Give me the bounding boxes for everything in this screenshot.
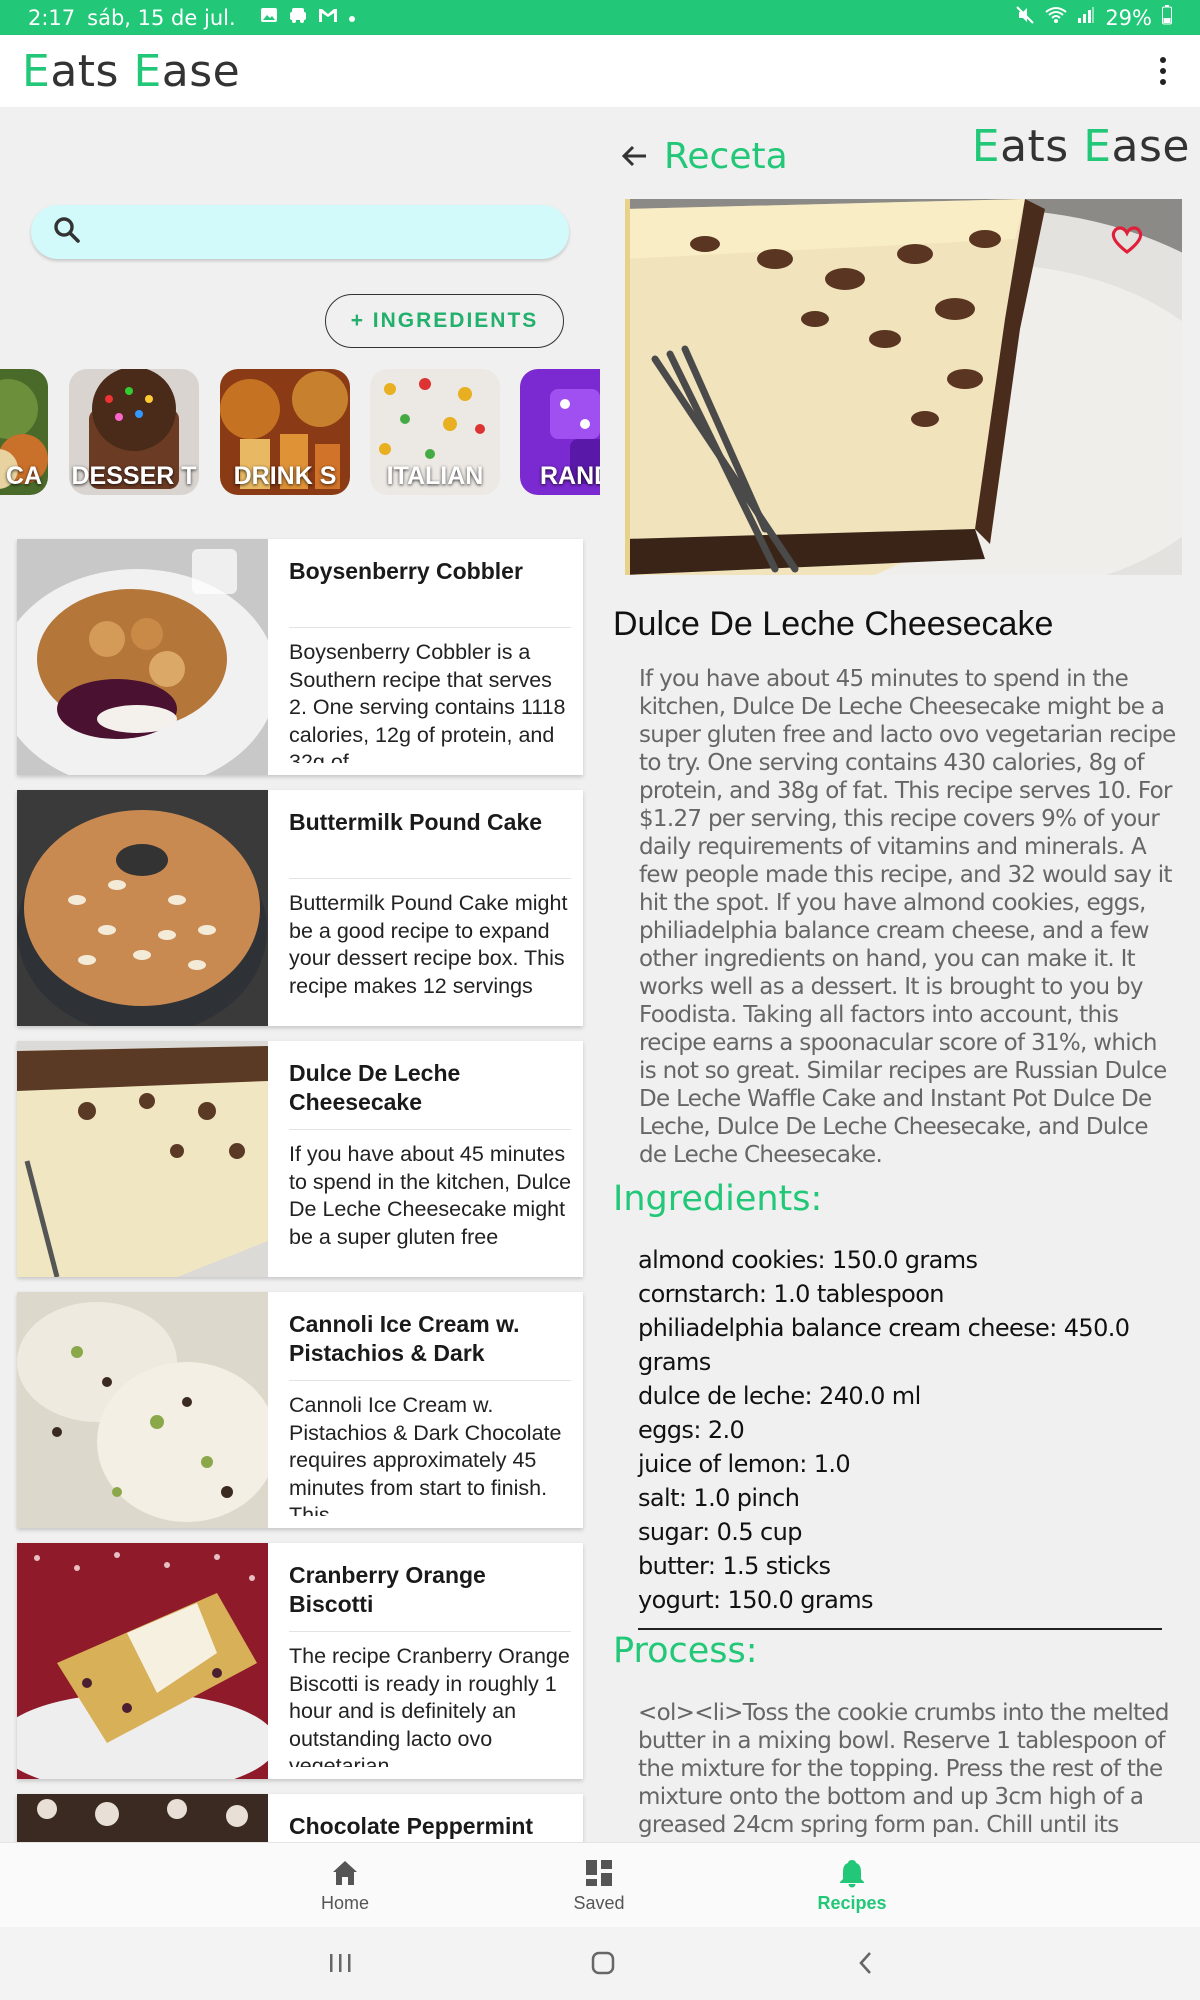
recipe-card[interactable]: Dulce De Leche Cheesecake If you have ab… — [17, 1041, 583, 1277]
recipe-image — [17, 1543, 268, 1779]
divider — [638, 1628, 1162, 1630]
nav-saved[interactable]: Saved — [519, 1843, 679, 1928]
ingredient-item: dulce de leche: 240.0 ml — [638, 1382, 921, 1410]
recipe-list-pane: + INGREDIENTS CA DESSER T DRINK S ITALIA… — [0, 107, 600, 1842]
process-heading: Process: — [613, 1631, 758, 1671]
nav-recipes[interactable]: Recipes — [772, 1843, 932, 1928]
ingredient-item: almond cookies: 150.0 grams — [638, 1246, 978, 1274]
signal-icon — [1077, 6, 1095, 29]
recipe-image — [17, 1794, 268, 1842]
search-input[interactable] — [31, 205, 569, 259]
ingredients-list: almond cookies: 150.0 grams cornstarch: … — [638, 1243, 1178, 1617]
recipe-title: Cannoli Ice Cream w. Pistachios & Dark — [289, 1311, 520, 1366]
category-label: RAND M — [540, 462, 600, 490]
recipe-card[interactable]: Cranberry Orange Biscotti The recipe Cra… — [17, 1543, 583, 1779]
recipe-summary: Boysenberry Cobbler is a Southern recipe… — [289, 640, 566, 763]
divider — [289, 1631, 571, 1632]
add-ingredients-button[interactable]: + INGREDIENTS — [325, 294, 564, 348]
wifi-icon — [1045, 6, 1067, 29]
battery-icon — [1162, 5, 1172, 30]
image-icon — [260, 6, 278, 29]
search-icon — [51, 214, 83, 251]
recipe-title: Boysenberry Cobbler — [289, 558, 523, 584]
ingredient-item: philiadelphia balance cream cheese: 450.… — [638, 1314, 1130, 1376]
system-navigation-bar — [0, 1927, 1200, 2000]
category-chip[interactable]: DRINK S — [220, 369, 350, 495]
process-text: <ol><li>Toss the cookie crumbs into the … — [638, 1700, 1169, 1842]
cheesecake-image — [625, 199, 1182, 575]
category-chip[interactable]: DESSER T — [69, 369, 199, 495]
divider — [289, 627, 571, 628]
status-bar: 2:17 sáb, 15 de jul. 29% — [0, 0, 1200, 35]
category-carousel[interactable]: CA DESSER T DRINK S ITALIAN RAND M — [0, 369, 600, 497]
ingredient-item: eggs: 2.0 — [638, 1416, 745, 1444]
divider — [289, 1380, 571, 1381]
app-bar: Eats Ease — [0, 35, 1200, 107]
bell-icon — [840, 1860, 864, 1888]
ingredient-item: butter: 1.5 sticks — [638, 1552, 831, 1580]
ingredient-item: juice of lemon: 1.0 — [638, 1450, 851, 1478]
ingredients-heading: Ingredients: — [613, 1179, 823, 1219]
mute-icon — [1015, 5, 1035, 30]
car-icon — [288, 6, 308, 29]
category-chip[interactable]: RAND M — [520, 369, 600, 495]
dot-icon — [348, 7, 356, 28]
recipe-title: Chocolate Peppermint — [289, 1813, 534, 1839]
home-button-icon[interactable] — [583, 1943, 623, 1983]
back-navigation-icon[interactable] — [846, 1943, 886, 1983]
recipe-title: Dulce De Leche Cheesecake — [613, 605, 1054, 643]
recipe-image — [17, 790, 268, 1026]
recipe-card[interactable]: Boysenberry Cobbler Boysenberry Cobbler … — [17, 539, 583, 775]
app-logo: Eats Ease — [971, 121, 1190, 172]
recipe-card[interactable]: Cannoli Ice Cream w. Pistachios & Dark C… — [17, 1292, 583, 1528]
dashboard-icon — [586, 1860, 612, 1886]
recipe-summary: Buttermilk Pound Cake might be a good re… — [289, 891, 568, 998]
recipe-description: If you have about 45 minutes to spend in… — [639, 666, 1176, 1168]
recipe-summary: The recipe Cranberry Orange Biscotti is … — [289, 1644, 570, 1767]
recipe-detail-pane: Receta Eats Ease Dulce De Leche Cheeseca… — [600, 107, 1200, 1842]
overflow-menu-icon[interactable] — [1148, 49, 1178, 93]
nav-label: Saved — [573, 1893, 625, 1913]
nav-home[interactable]: Home — [265, 1843, 425, 1928]
recipe-image — [17, 539, 268, 775]
recipe-image — [17, 1041, 268, 1277]
category-label: DRINK S — [233, 462, 337, 490]
recipe-summary: Cannoli Ice Cream w. Pistachios & Dark C… — [289, 1393, 562, 1516]
nav-label: Recipes — [817, 1893, 887, 1913]
status-time: 2:17 — [28, 5, 76, 30]
recipe-title: Cranberry Orange Biscotti — [289, 1562, 486, 1617]
favorite-heart-icon[interactable] — [1110, 225, 1144, 255]
recents-icon[interactable] — [320, 1943, 360, 1983]
recipe-summary: If you have about 45 minutes to spend in… — [289, 1142, 572, 1249]
ingredient-item: yogurt: 150.0 grams — [638, 1586, 874, 1614]
category-label: CA — [5, 462, 42, 490]
divider — [289, 1129, 571, 1130]
category-chip[interactable]: ITALIAN — [370, 369, 500, 495]
home-icon — [333, 1861, 357, 1885]
status-date: sáb, 15 de jul. — [87, 5, 236, 30]
arrow-left-icon — [621, 145, 646, 167]
category-label: ITALIAN — [386, 462, 484, 490]
notification-icons — [260, 6, 356, 29]
nav-label: Home — [320, 1893, 369, 1913]
divider — [289, 878, 571, 879]
screen-title: Receta — [664, 135, 788, 177]
category-chip[interactable]: CA — [0, 369, 48, 495]
recipe-image — [17, 1292, 268, 1528]
category-label: DESSER T — [71, 462, 197, 490]
ingredient-item: cornstarch: 1.0 tablespoon — [638, 1280, 945, 1308]
recipe-title: Buttermilk Pound Cake — [289, 809, 543, 835]
recipe-card[interactable]: Buttermilk Pound Cake Buttermilk Pound C… — [17, 790, 583, 1026]
recipe-card[interactable]: Chocolate Peppermint — [17, 1794, 583, 1842]
recipe-hero-image — [625, 199, 1182, 575]
gmail-icon — [318, 7, 338, 28]
recipe-title: Dulce De Leche Cheesecake — [289, 1060, 461, 1115]
back-button[interactable]: Receta — [618, 131, 788, 181]
battery-level: 29% — [1105, 5, 1152, 30]
ingredient-item: salt: 1.0 pinch — [638, 1484, 800, 1512]
app-logo: Eats Ease — [22, 45, 241, 97]
ingredient-item: sugar: 0.5 cup — [638, 1518, 802, 1546]
bottom-navigation: Home Saved Recipes — [0, 1842, 1200, 1927]
